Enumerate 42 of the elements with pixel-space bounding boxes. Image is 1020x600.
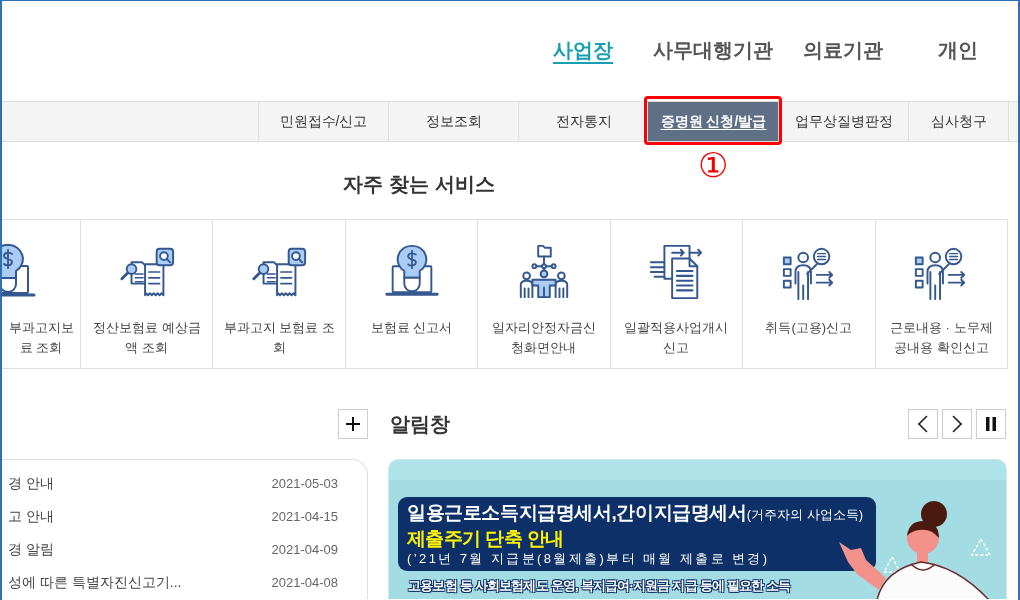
callout-number: ①: [698, 147, 728, 183]
section-title: 알림창: [390, 411, 450, 437]
service-link[interactable]: 일괄적용사업개시 신고: [610, 220, 744, 368]
notice-date: 2021-04-09: [271, 542, 338, 557]
notice-title[interactable]: 경 알림: [8, 540, 54, 559]
service-link[interactable]: 보험료 신고서: [345, 220, 479, 368]
service-link[interactable]: 부과고지보 료 조회: [2, 220, 81, 368]
service-link[interactable]: 정산보험료 예상금 액 조회: [81, 220, 214, 368]
top-nav-tab[interactable]: 의료기관: [803, 37, 883, 63]
pause-button[interactable]: [976, 409, 1006, 439]
pause-icon: [986, 417, 996, 431]
service-link[interactable]: 근로내용 · 노무제 공내용 확인신고: [875, 220, 1008, 368]
sub-nav-tab[interactable]: 민원접수/신고: [258, 102, 388, 141]
more-button[interactable]: [338, 409, 368, 439]
banner-period-text: (’21년 7월 지급분(8월제출)부터 매월 제출로 변경): [407, 550, 771, 568]
chevron-right-icon: [952, 415, 962, 433]
notice-banner[interactable]: 일용근로소득지급명세서,간이지급명세서(거주자의 사업소득) 제출주기 단축 안내 (’21년 7월 지급분(8월제출)부터 매월 제출로 변경) 고용보험 등 사회보험제도 운영, 복지급여·지원금 지급 등에 필요한 소득: [388, 459, 1007, 599]
banner-body-text: 고용보험 등 사회보험제도 운영, 복지급여·지원금 지급 등에 필요한 소득: [408, 577, 792, 595]
notice-title[interactable]: 고 안내: [8, 507, 54, 526]
notice-title[interactable]: 경 안내: [8, 474, 54, 493]
chevron-left-icon: [918, 415, 928, 433]
banner-headline: 일용근로소득지급명세서,간이지급명세서(거주자의 사업소득): [407, 501, 864, 525]
service-link[interactable]: 취득(고용)신고: [743, 220, 876, 368]
sub-nav-tab[interactable]: 정보조회: [388, 102, 518, 141]
top-nav-tab[interactable]: 개인: [938, 37, 978, 63]
service-link[interactable]: 일자리안정자금신 청화면안내: [478, 220, 611, 368]
triangle-icon: [883, 556, 901, 573]
sub-nav-tab[interactable]: 증명원 신청/발급: [648, 102, 778, 141]
next-button[interactable]: [942, 409, 972, 439]
notice-date: 2021-05-03: [271, 476, 338, 491]
notice-date: 2021-04-08: [271, 575, 338, 590]
top-nav-tab[interactable]: 사무대행기관: [653, 37, 773, 63]
notice-title[interactable]: 성에 따른 특별자진신고기...: [8, 573, 182, 592]
service-link[interactable]: 부과고지 보험료 조 회: [213, 220, 346, 368]
section-title: 자주 찾는 서비스: [342, 172, 496, 197]
sub-nav-tab[interactable]: 심사청구: [908, 102, 1009, 141]
sub-nav-tab[interactable]: 업무상질병판정: [778, 102, 908, 141]
previous-button[interactable]: [908, 409, 938, 439]
plus-icon: [346, 417, 360, 431]
triangle-icon: [971, 538, 991, 556]
notice-date: 2021-04-15: [271, 509, 338, 524]
banner-subtitle: 제출주기 단축 안내: [407, 527, 565, 550]
